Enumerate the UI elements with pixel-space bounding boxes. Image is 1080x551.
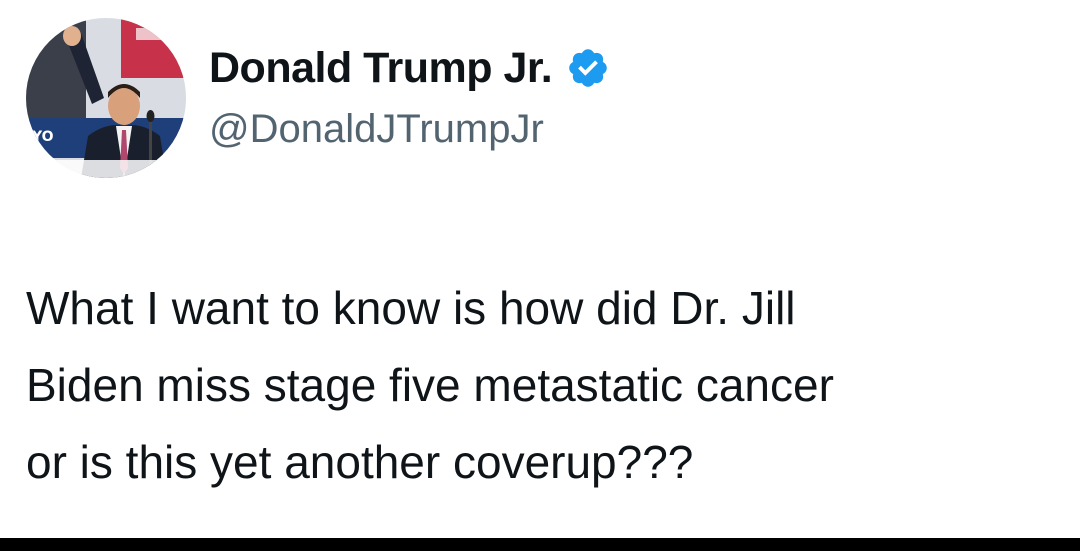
tweet-text: What I want to know is how did Dr. Jill … [26, 270, 1066, 501]
bottom-crop-bar [0, 538, 1080, 551]
svg-text:YO: YO [31, 129, 54, 145]
profile-avatar[interactable]: YO [26, 18, 186, 178]
verified-badge-icon [569, 49, 608, 87]
author-name-row: Donald Trump Jr. [209, 38, 610, 98]
tweet-text-line: Biden miss stage five metastatic cancer [26, 359, 834, 411]
author-handle[interactable]: @DonaldJTrumpJr [209, 107, 544, 152]
tweet-text-line: or is this yet another coverup??? [26, 436, 694, 488]
avatar-photo-icon: YO [26, 18, 186, 178]
tweet-card: YO Donald Trump Jr. @DonaldJTrumpJr What [0, 0, 1080, 538]
author-display-name[interactable]: Donald Trump Jr. [209, 44, 553, 93]
tweet-text-line: What I want to know is how did Dr. Jill [26, 282, 796, 334]
